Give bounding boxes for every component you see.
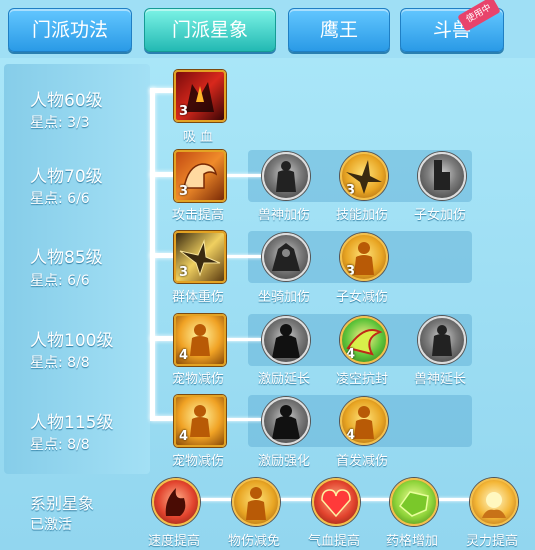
constellation-potion-slot-up-label: 药格增加 — [385, 534, 438, 549]
skill-inspire-enhance-label: 激励强化 — [257, 454, 310, 469]
tree-branch-85 — [150, 253, 176, 258]
skill-level: 4 — [346, 347, 356, 362]
skill-level: 3 — [179, 265, 189, 280]
green-gem-icon — [398, 491, 429, 517]
constellation-link-4 — [434, 498, 474, 501]
dark-figure-icon — [272, 324, 300, 358]
skill-pet-damage-reduce-115[interactable]: 4 — [174, 395, 226, 447]
speed-flame-icon — [165, 488, 186, 516]
tab-beast-fight[interactable]: 斗兽 使用中 — [400, 0, 504, 52]
radiant-hand-icon — [482, 492, 506, 518]
skill-beast-god-extend[interactable] — [418, 316, 466, 364]
skill-group-heavy-wound[interactable]: 3 — [174, 231, 226, 283]
heart-icon — [321, 489, 351, 518]
raised-fist-icon — [434, 160, 450, 190]
tier-100-level: 人物100级 — [30, 331, 114, 351]
skill-group-heavy-wound-label: 群体重伤 — [171, 290, 224, 305]
skill-pet-damage-reduce-115-label: 宠物减伤 — [171, 454, 224, 469]
skill-children-damage[interactable] — [418, 152, 466, 200]
constellation-physical-damage-reduce-label: 物伤减免 — [227, 534, 280, 549]
skill-inspire-extend[interactable] — [262, 316, 310, 364]
tab-sect-skills[interactable]: 门派功法 — [8, 8, 132, 52]
link-100 — [222, 338, 262, 341]
skill-skill-damage-label: 技能加伤 — [335, 208, 388, 223]
skill-pet-damage-reduce-100-label: 宠物减伤 — [171, 372, 224, 387]
beast-god-icon — [432, 325, 452, 356]
constellation-speed-up[interactable] — [152, 478, 200, 526]
link-115 — [222, 418, 262, 421]
skill-level: 3 — [179, 184, 189, 199]
tier-70-level: 人物70级 — [30, 167, 103, 187]
skill-air-seal-resist-label: 凌空抗封 — [335, 372, 388, 387]
tree-branch-60 — [150, 88, 176, 93]
constellation-potion-slot-up[interactable] — [390, 478, 438, 526]
link-85 — [222, 255, 262, 258]
skill-mount-damage[interactable] — [262, 233, 310, 281]
skill-inspire-enhance[interactable] — [262, 397, 310, 445]
beast-god-icon — [276, 161, 296, 192]
skill-first-damage-reduce[interactable]: 4 — [340, 397, 388, 445]
skill-mount-damage-label: 坐骑加伤 — [257, 290, 310, 305]
skill-level: 4 — [346, 428, 356, 443]
skill-beast-god-damage-label: 兽神加伤 — [257, 208, 310, 223]
skill-pet-damage-reduce-100[interactable]: 4 — [174, 314, 226, 366]
tab-sect-constellation[interactable]: 门派星象 — [144, 8, 276, 52]
skill-attack-up[interactable]: 3 — [174, 150, 226, 202]
skill-level: 4 — [179, 348, 189, 363]
tier-70-stars: 星点: 6/6 — [30, 191, 90, 207]
constellation-spirit-up[interactable] — [470, 478, 518, 526]
skill-level: 3 — [346, 183, 356, 198]
skill-children-damage-reduce-label: 子女减伤 — [335, 290, 388, 305]
constellation-hp-up[interactable] — [312, 478, 360, 526]
skill-beast-god-damage[interactable] — [262, 152, 310, 200]
tree-branch-115 — [150, 416, 176, 421]
tab-eagle-king[interactable]: 鹰王 — [288, 8, 390, 52]
skill-attack-up-label: 攻击提高 — [171, 208, 224, 223]
dark-figure-icon — [272, 405, 300, 439]
constellation-physical-damage-reduce[interactable] — [232, 478, 280, 526]
tier-100-stars: 星点: 8/8 — [30, 355, 90, 371]
tier-60-level: 人物60级 — [30, 91, 103, 111]
constellation-link-2 — [276, 498, 316, 501]
skill-skill-damage[interactable]: 3 — [340, 152, 388, 200]
constellation-title: 系别星象 — [30, 494, 95, 513]
skill-level: 4 — [179, 429, 189, 444]
skill-blood-suck[interactable]: 3 — [174, 70, 226, 122]
skill-air-seal-resist[interactable]: 4 — [340, 316, 388, 364]
tier-115-level: 人物115级 — [30, 413, 114, 433]
skill-level: 3 — [346, 264, 356, 279]
constellation-speed-up-label: 速度提高 — [147, 534, 200, 549]
constellation-status: 已激活 — [30, 517, 72, 533]
skill-first-damage-reduce-label: 首发减伤 — [335, 454, 388, 469]
link-70 — [222, 174, 262, 177]
skill-children-damage-label: 子女加伤 — [413, 208, 466, 223]
mount-icon — [272, 243, 300, 271]
tier-60-stars: 星点: 3/3 — [30, 115, 90, 131]
in-use-badge: 使用中 — [457, 0, 501, 32]
golden-figure-icon — [246, 487, 266, 520]
skill-blood-suck-label: 吸 血 — [182, 130, 214, 145]
skill-children-damage-reduce[interactable]: 3 — [340, 233, 388, 281]
skill-beast-god-extend-label: 兽神延长 — [413, 372, 466, 387]
constellation-hp-up-label: 气血提高 — [307, 534, 360, 549]
skill-inspire-extend-label: 激励延长 — [257, 372, 310, 387]
tier-85-level: 人物85级 — [30, 248, 103, 268]
skill-level: 3 — [179, 104, 189, 119]
tree-branch-100 — [150, 336, 176, 341]
constellation-link-1 — [196, 498, 236, 501]
tier-85-stars: 星点: 6/6 — [30, 273, 90, 289]
tier-115-stars: 星点: 8/8 — [30, 437, 90, 453]
tree-branch-70 — [150, 172, 176, 177]
constellation-spirit-up-label: 灵力提高 — [465, 534, 518, 549]
